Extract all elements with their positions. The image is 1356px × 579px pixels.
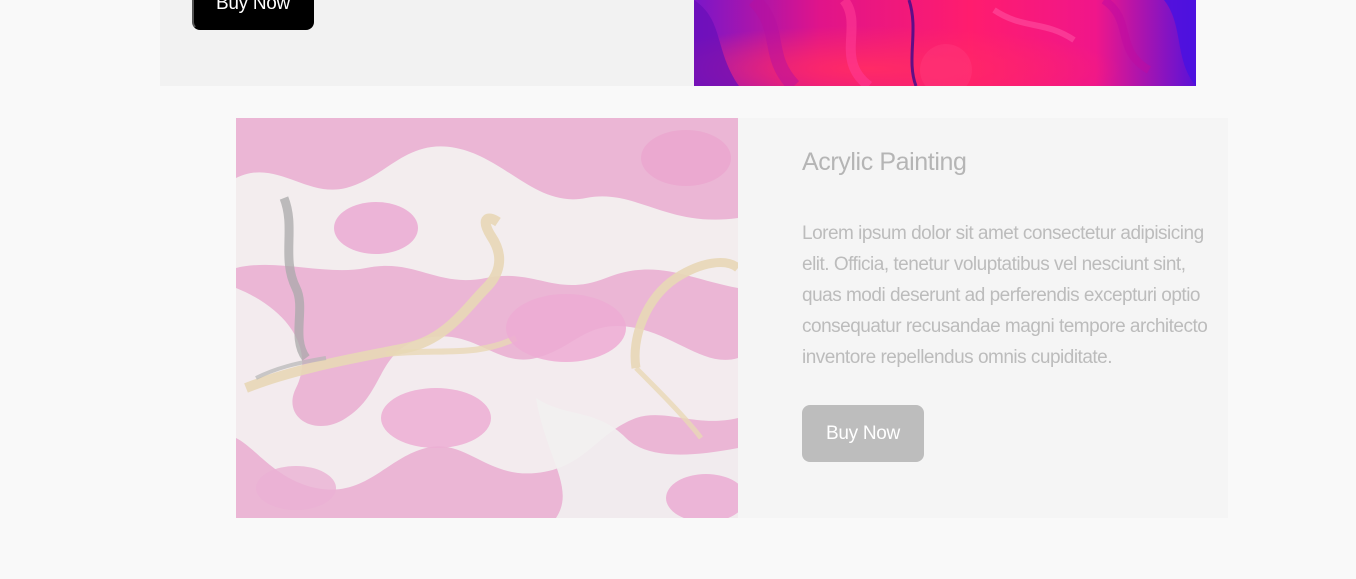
previous-product-card: Buy Now — [160, 0, 1196, 86]
product-details: Acrylic Painting Lorem ipsum dolor sit a… — [802, 118, 1228, 518]
buy-now-button[interactable]: Buy Now — [802, 405, 924, 462]
product-description: Lorem ipsum dolor sit amet consectetur a… — [802, 223, 1208, 368]
previous-buy-now-button[interactable]: Buy Now — [192, 0, 314, 30]
product-image — [236, 118, 738, 518]
previous-product-image — [694, 0, 1196, 86]
marble-paint-image — [236, 118, 738, 518]
product-card: Acrylic Painting Lorem ipsum dolor sit a… — [236, 118, 1228, 518]
abstract-paint-image — [694, 0, 1196, 86]
product-title: Acrylic Painting — [802, 148, 967, 176]
page: Buy Now Acrylic Painting Lorem ipsum dol… — [0, 0, 1356, 579]
